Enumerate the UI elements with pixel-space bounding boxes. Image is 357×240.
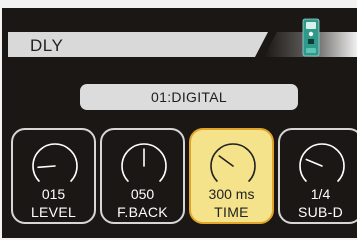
knob-label: TIME <box>214 204 249 220</box>
knob-label: F.BACK <box>117 204 168 220</box>
knob-label: SUB-D <box>297 204 344 220</box>
knob-time[interactable]: 300 ms TIME <box>189 128 274 224</box>
time-dial-icon <box>210 143 256 183</box>
dial-arc <box>32 143 78 183</box>
dial-arc <box>210 143 256 183</box>
level-dial-icon <box>32 143 78 183</box>
preset-name-display[interactable]: 01:DIGITAL <box>80 84 298 110</box>
knob-value: 1/4 <box>310 186 331 202</box>
effect-pedal-icon <box>302 18 320 57</box>
knob-value: 015 <box>41 186 66 202</box>
dial-arc <box>299 143 345 183</box>
knob-feedback[interactable]: 050 F.BACK <box>100 128 185 224</box>
sub-division-dial-icon <box>299 143 345 183</box>
dial-pointer <box>218 155 234 167</box>
dial-pointer <box>305 158 323 167</box>
dial-pointer <box>37 165 56 169</box>
effect-title: DLY <box>30 36 64 55</box>
knob-level[interactable]: 015 LEVEL <box>11 128 96 224</box>
knob-value: 300 ms <box>208 186 255 202</box>
delay-effect-screen: DLY 01:DIGITAL 015 LEVEL 050 F.BACK 300 … <box>0 0 357 240</box>
knob-sub-division[interactable]: 1/4 SUB-D <box>278 128 357 224</box>
feedback-dial-icon <box>121 143 167 183</box>
knob-value: 050 <box>130 186 155 202</box>
knob-label: LEVEL <box>30 204 77 220</box>
